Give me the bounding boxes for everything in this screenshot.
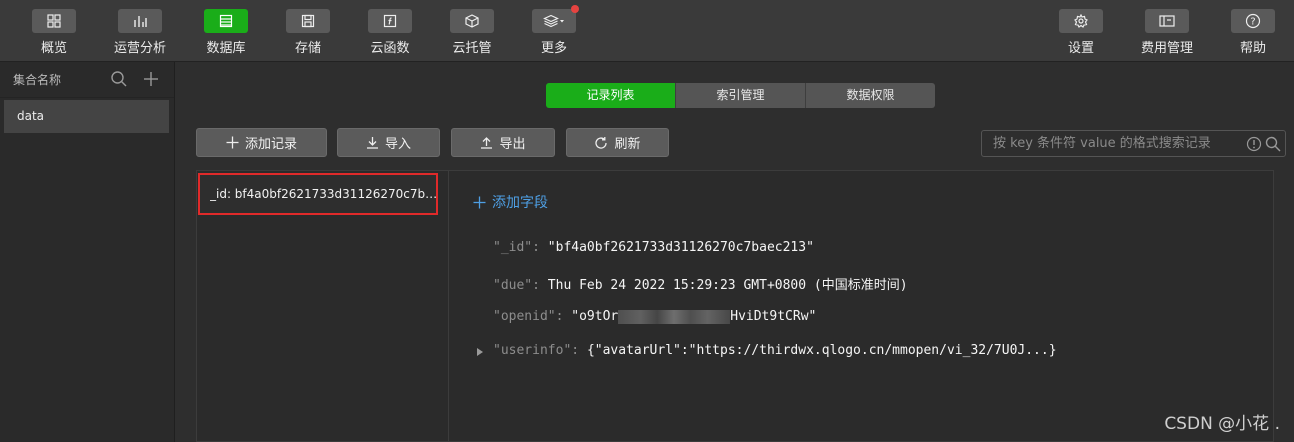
field-value: {"avatarUrl":"https://thirdwx.qlogo.cn/m… xyxy=(586,343,1057,358)
plus-icon xyxy=(226,136,239,149)
add-collection-icon[interactable] xyxy=(142,70,160,88)
search-icon[interactable] xyxy=(110,70,128,88)
collection-item-data[interactable]: data xyxy=(4,100,169,133)
export-button[interactable]: 导出 xyxy=(451,128,555,157)
toolbar-cloud-functions[interactable]: 云函数 xyxy=(355,0,425,61)
database-icon xyxy=(219,14,233,28)
function-icon xyxy=(383,14,397,28)
info-icon[interactable] xyxy=(1246,136,1262,152)
field-separator: : xyxy=(555,309,572,324)
toolbar-help[interactable]: ? 帮助 xyxy=(1218,0,1288,61)
tab-index[interactable]: 索引管理 xyxy=(676,83,806,108)
toolbar-label: 云函数 xyxy=(370,41,410,56)
view-tabs: 记录列表 索引管理 数据权限 xyxy=(546,83,935,108)
watermark: CSDN @小花 . xyxy=(1164,414,1280,434)
collection-sidebar: 集合名称 data xyxy=(0,62,175,442)
toolbar-label: 帮助 xyxy=(1239,41,1266,56)
field-separator: : xyxy=(532,278,548,293)
toolbar-label: 云托管 xyxy=(452,41,492,56)
field-row[interactable]: "due": Thu Feb 24 2022 15:29:23 GMT+0800… xyxy=(493,274,908,293)
upload-icon xyxy=(481,137,493,149)
record-item[interactable]: _id: bf4a0bf2621733d31126270c7baec213 xyxy=(198,173,438,215)
redacted-blur xyxy=(618,309,731,324)
toolbar-label: 存储 xyxy=(294,41,321,56)
plus-icon xyxy=(473,196,486,208)
toolbar-label: 数据库 xyxy=(206,41,246,56)
toolbar-settings[interactable]: 设置 xyxy=(1046,0,1116,61)
button-label: 添加记录 xyxy=(244,137,297,152)
top-toolbar: 概览 运营分析 数据库 存储 云函数 云托管 更多 设置 费用管理 ? 帮助 xyxy=(0,0,1294,62)
sidebar-header: 集合名称 xyxy=(0,62,174,98)
field-value-start: "o9tOr xyxy=(571,309,619,324)
toolbar-label: 设置 xyxy=(1067,41,1094,56)
field-value-end: HviDt9tCRw" xyxy=(730,309,817,324)
expand-caret-icon[interactable] xyxy=(476,347,484,357)
bar-chart-icon xyxy=(134,16,147,27)
field-row[interactable]: "userinfo": {"avatarUrl":"https://thirdw… xyxy=(493,343,1057,358)
billing-icon xyxy=(1159,15,1175,27)
toolbar-database[interactable]: 数据库 xyxy=(191,0,261,61)
search-input[interactable] xyxy=(982,131,1251,156)
toolbar-more[interactable]: 更多 xyxy=(519,0,589,61)
toolbar-label: 运营分析 xyxy=(113,41,166,56)
main-panel: 记录列表 索引管理 数据权限 添加记录 导入 导出 刷新 _id: bf4a0b… xyxy=(175,62,1294,442)
search-icon[interactable] xyxy=(1265,136,1281,152)
download-icon xyxy=(366,137,378,149)
add-field-button[interactable]: 添加字段 xyxy=(473,192,548,212)
field-key: "openid" xyxy=(493,309,556,324)
grid-icon xyxy=(47,14,61,28)
collection-label: data xyxy=(17,109,45,123)
toolbar-label: 概览 xyxy=(40,41,67,56)
field-key: "userinfo" xyxy=(493,343,572,358)
button-label: 导出 xyxy=(499,137,526,152)
toolbar-storage[interactable]: 存储 xyxy=(273,0,343,61)
field-row[interactable]: "_id": "bf4a0bf2621733d31126270c7baec213… xyxy=(493,240,814,255)
svg-text:?: ? xyxy=(1250,17,1255,28)
layers-icon xyxy=(543,14,564,28)
record-detail: 添加字段 "_id": "bf4a0bf2621733d31126270c7ba… xyxy=(448,170,1274,442)
refresh-button[interactable]: 刷新 xyxy=(566,128,669,157)
button-label: 导入 xyxy=(384,137,411,152)
tab-records[interactable]: 记录列表 xyxy=(546,83,676,108)
help-icon: ? xyxy=(1245,13,1261,29)
save-icon xyxy=(301,14,315,28)
field-key: "due" xyxy=(493,278,533,293)
record-id-label: _id: bf4a0bf2621733d31126270c7baec213 xyxy=(210,187,438,201)
import-button[interactable]: 导入 xyxy=(337,128,440,157)
toolbar-label: 更多 xyxy=(540,41,567,56)
record-search xyxy=(981,130,1286,157)
field-row[interactable]: "openid": "o9tOr HviDt9tCRw" xyxy=(493,309,816,324)
notification-dot xyxy=(571,5,579,13)
add-record-button[interactable]: 添加记录 xyxy=(196,128,327,157)
record-list: _id: bf4a0bf2621733d31126270c7baec213 xyxy=(196,170,448,442)
field-separator: : xyxy=(532,240,548,255)
gear-icon xyxy=(1074,14,1088,28)
tab-permissions[interactable]: 数据权限 xyxy=(806,83,935,108)
toolbar-label: 费用管理 xyxy=(1140,41,1193,56)
toolbar-analytics[interactable]: 运营分析 xyxy=(105,0,175,61)
toolbar-overview[interactable]: 概览 xyxy=(19,0,89,61)
field-key: "_id" xyxy=(493,240,533,255)
add-field-label: 添加字段 xyxy=(492,195,548,211)
toolbar-billing[interactable]: 费用管理 xyxy=(1132,0,1202,61)
cube-icon xyxy=(465,14,479,28)
refresh-icon xyxy=(595,136,608,149)
toolbar-cloud-hosting[interactable]: 云托管 xyxy=(437,0,507,61)
button-label: 刷新 xyxy=(614,137,641,152)
field-separator: : xyxy=(571,343,587,358)
sidebar-title: 集合名称 xyxy=(13,73,62,87)
field-value: Thu Feb 24 2022 15:29:23 GMT+0800 (中国标准时… xyxy=(547,278,908,293)
field-value: "bf4a0bf2621733d31126270c7baec213" xyxy=(547,240,814,255)
